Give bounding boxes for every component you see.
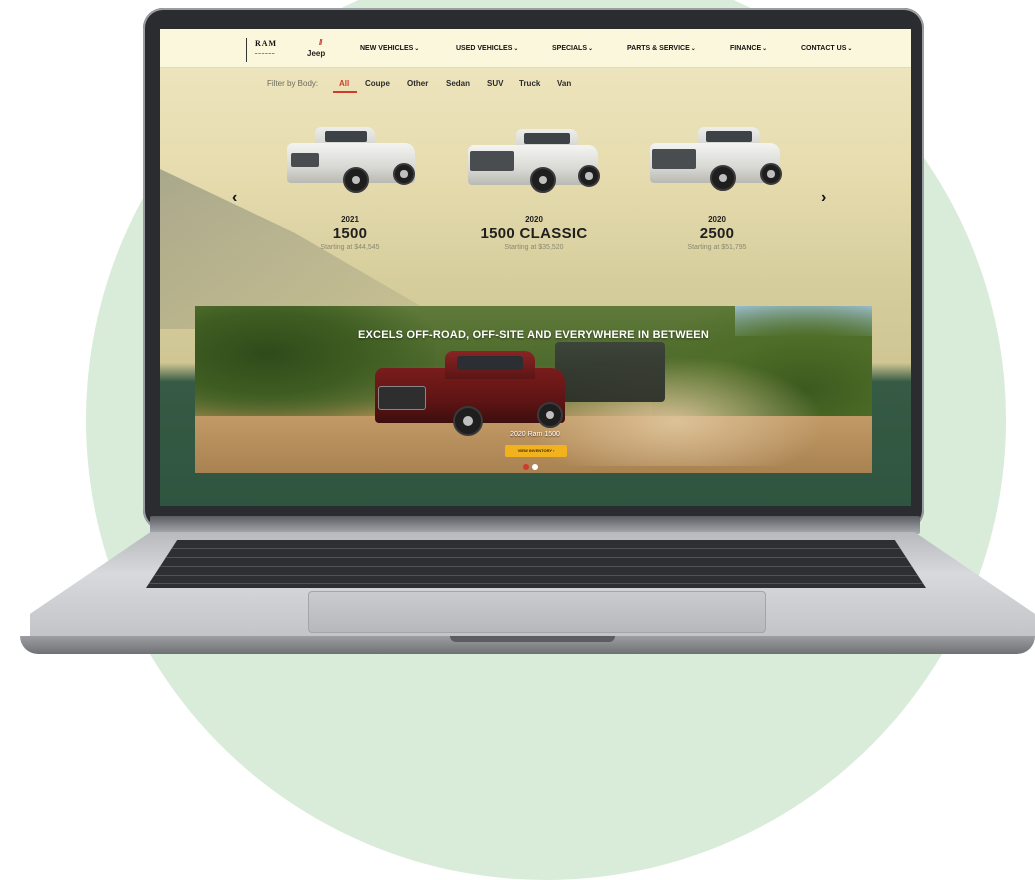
vehicle-price: Starting at $51,795	[687, 244, 747, 251]
nav-label: SPECIALS	[552, 45, 588, 52]
ram-logo-text: RAM	[255, 39, 278, 48]
truck-wheel	[760, 163, 782, 185]
filter-option-van[interactable]: Van	[557, 79, 571, 88]
filter-option-sedan[interactable]: Sedan	[446, 79, 470, 88]
vehicle-year: 2020	[708, 215, 726, 224]
truck-grille	[652, 149, 696, 169]
carousel-dot-active[interactable]	[523, 464, 529, 470]
button-label: VIEW INVENTORY	[517, 448, 552, 453]
nav-parts-service[interactable]: PARTS & SERVICE⌄	[627, 45, 696, 52]
filter-option-all[interactable]: All	[339, 79, 349, 88]
chrysler-wings-icon: ━━━━━━	[255, 51, 276, 56]
truck-wheel	[578, 165, 600, 187]
filter-option-coupe[interactable]: Coupe	[365, 79, 390, 88]
truck-window	[524, 133, 570, 144]
jeep-logo-text: Jeep	[307, 49, 326, 58]
truck-wheel	[453, 406, 483, 436]
laptop-hinge	[150, 516, 920, 534]
truck-grille	[470, 151, 514, 171]
top-navbar: RAM // ━━━━━━ Jeep NEW VEHICLES⌄ USED VE…	[160, 29, 911, 68]
body-filter-bar: Filter by Body: All Coupe Other Sedan SU…	[160, 79, 911, 93]
dodge-stripes-icon: //	[319, 38, 323, 47]
truck-wheel	[393, 163, 415, 185]
carousel-dot[interactable]	[532, 464, 538, 470]
nav-specials[interactable]: SPECIALS⌄	[552, 45, 593, 52]
keyboard-row	[146, 575, 926, 576]
truck-wheel	[343, 167, 369, 193]
chevron-down-icon: ⌄	[414, 46, 420, 52]
chevron-down-icon: ⌄	[762, 46, 768, 52]
laptop-screen: RAM // ━━━━━━ Jeep NEW VEHICLES⌄ USED VE…	[160, 29, 911, 506]
nav-contact-us[interactable]: CONTACT US⌄	[801, 45, 852, 52]
keyboard-row	[146, 557, 926, 558]
keyboard-row	[146, 548, 926, 549]
keyboard-row	[146, 566, 926, 567]
filter-label: Filter by Body:	[267, 79, 319, 88]
banner-trailer	[555, 342, 665, 402]
filter-option-truck[interactable]: Truck	[519, 79, 540, 88]
vehicle-card-image[interactable]	[285, 121, 420, 201]
laptop-keyboard	[146, 540, 926, 588]
truck-wheel	[530, 167, 556, 193]
vehicle-model[interactable]: 1500 CLASSIC	[434, 225, 634, 242]
filter-option-other[interactable]: Other	[407, 79, 428, 88]
truck-grille	[291, 153, 319, 167]
carousel-next-arrow-icon[interactable]: ›	[821, 189, 826, 207]
truck-wheel	[537, 402, 563, 428]
keyboard-row	[146, 583, 926, 584]
nav-label: CONTACT US	[801, 45, 847, 52]
truck-window	[706, 131, 752, 142]
vehicle-card-image[interactable]	[648, 123, 783, 203]
banner-caption: 2020 Ram 1500	[510, 431, 560, 438]
vehicle-year: 2020	[525, 215, 543, 224]
promo-banner[interactable]: EXCELS OFF-ROAD, OFF-SITE AND EVERYWHERE…	[195, 306, 872, 473]
truck-wheel	[710, 165, 736, 191]
red-truck-window	[457, 356, 523, 370]
active-filter-underline	[333, 91, 357, 93]
vehicle-card-image[interactable]	[466, 125, 601, 205]
vehicle-price: Starting at $44,545	[320, 244, 380, 251]
laptop-notch	[450, 636, 615, 642]
truck-window	[325, 131, 367, 142]
nav-used-vehicles[interactable]: USED VEHICLES⌄	[456, 45, 518, 52]
nav-new-vehicles[interactable]: NEW VEHICLES⌄	[360, 45, 419, 52]
vehicle-model[interactable]: 1500	[250, 225, 450, 242]
vehicle-year: 2021	[341, 215, 359, 224]
filter-option-suv[interactable]: SUV	[487, 79, 503, 88]
nav-label: PARTS & SERVICE	[627, 45, 690, 52]
vehicle-price: Starting at $35,520	[504, 244, 564, 251]
chevron-down-icon: ⌄	[690, 46, 696, 52]
view-inventory-button[interactable]: VIEW INVENTORY ›	[505, 445, 567, 457]
nav-label: FINANCE	[730, 45, 762, 52]
chevron-down-icon: ⌄	[588, 46, 594, 52]
chevron-down-icon: ⌄	[513, 46, 519, 52]
red-truck-grille	[378, 386, 426, 410]
banner-headline: EXCELS OFF-ROAD, OFF-SITE AND EVERYWHERE…	[357, 329, 709, 341]
nav-label: USED VEHICLES	[456, 45, 513, 52]
nav-finance[interactable]: FINANCE⌄	[730, 45, 767, 52]
dealer-logo[interactable]: RAM // ━━━━━━ Jeep	[246, 38, 345, 62]
laptop-trackpad	[308, 591, 766, 633]
nav-label: NEW VEHICLES	[360, 45, 414, 52]
vehicle-model[interactable]: 2500	[617, 225, 817, 242]
carousel-prev-arrow-icon[interactable]: ‹	[232, 189, 237, 207]
chevron-down-icon: ⌄	[847, 46, 853, 52]
